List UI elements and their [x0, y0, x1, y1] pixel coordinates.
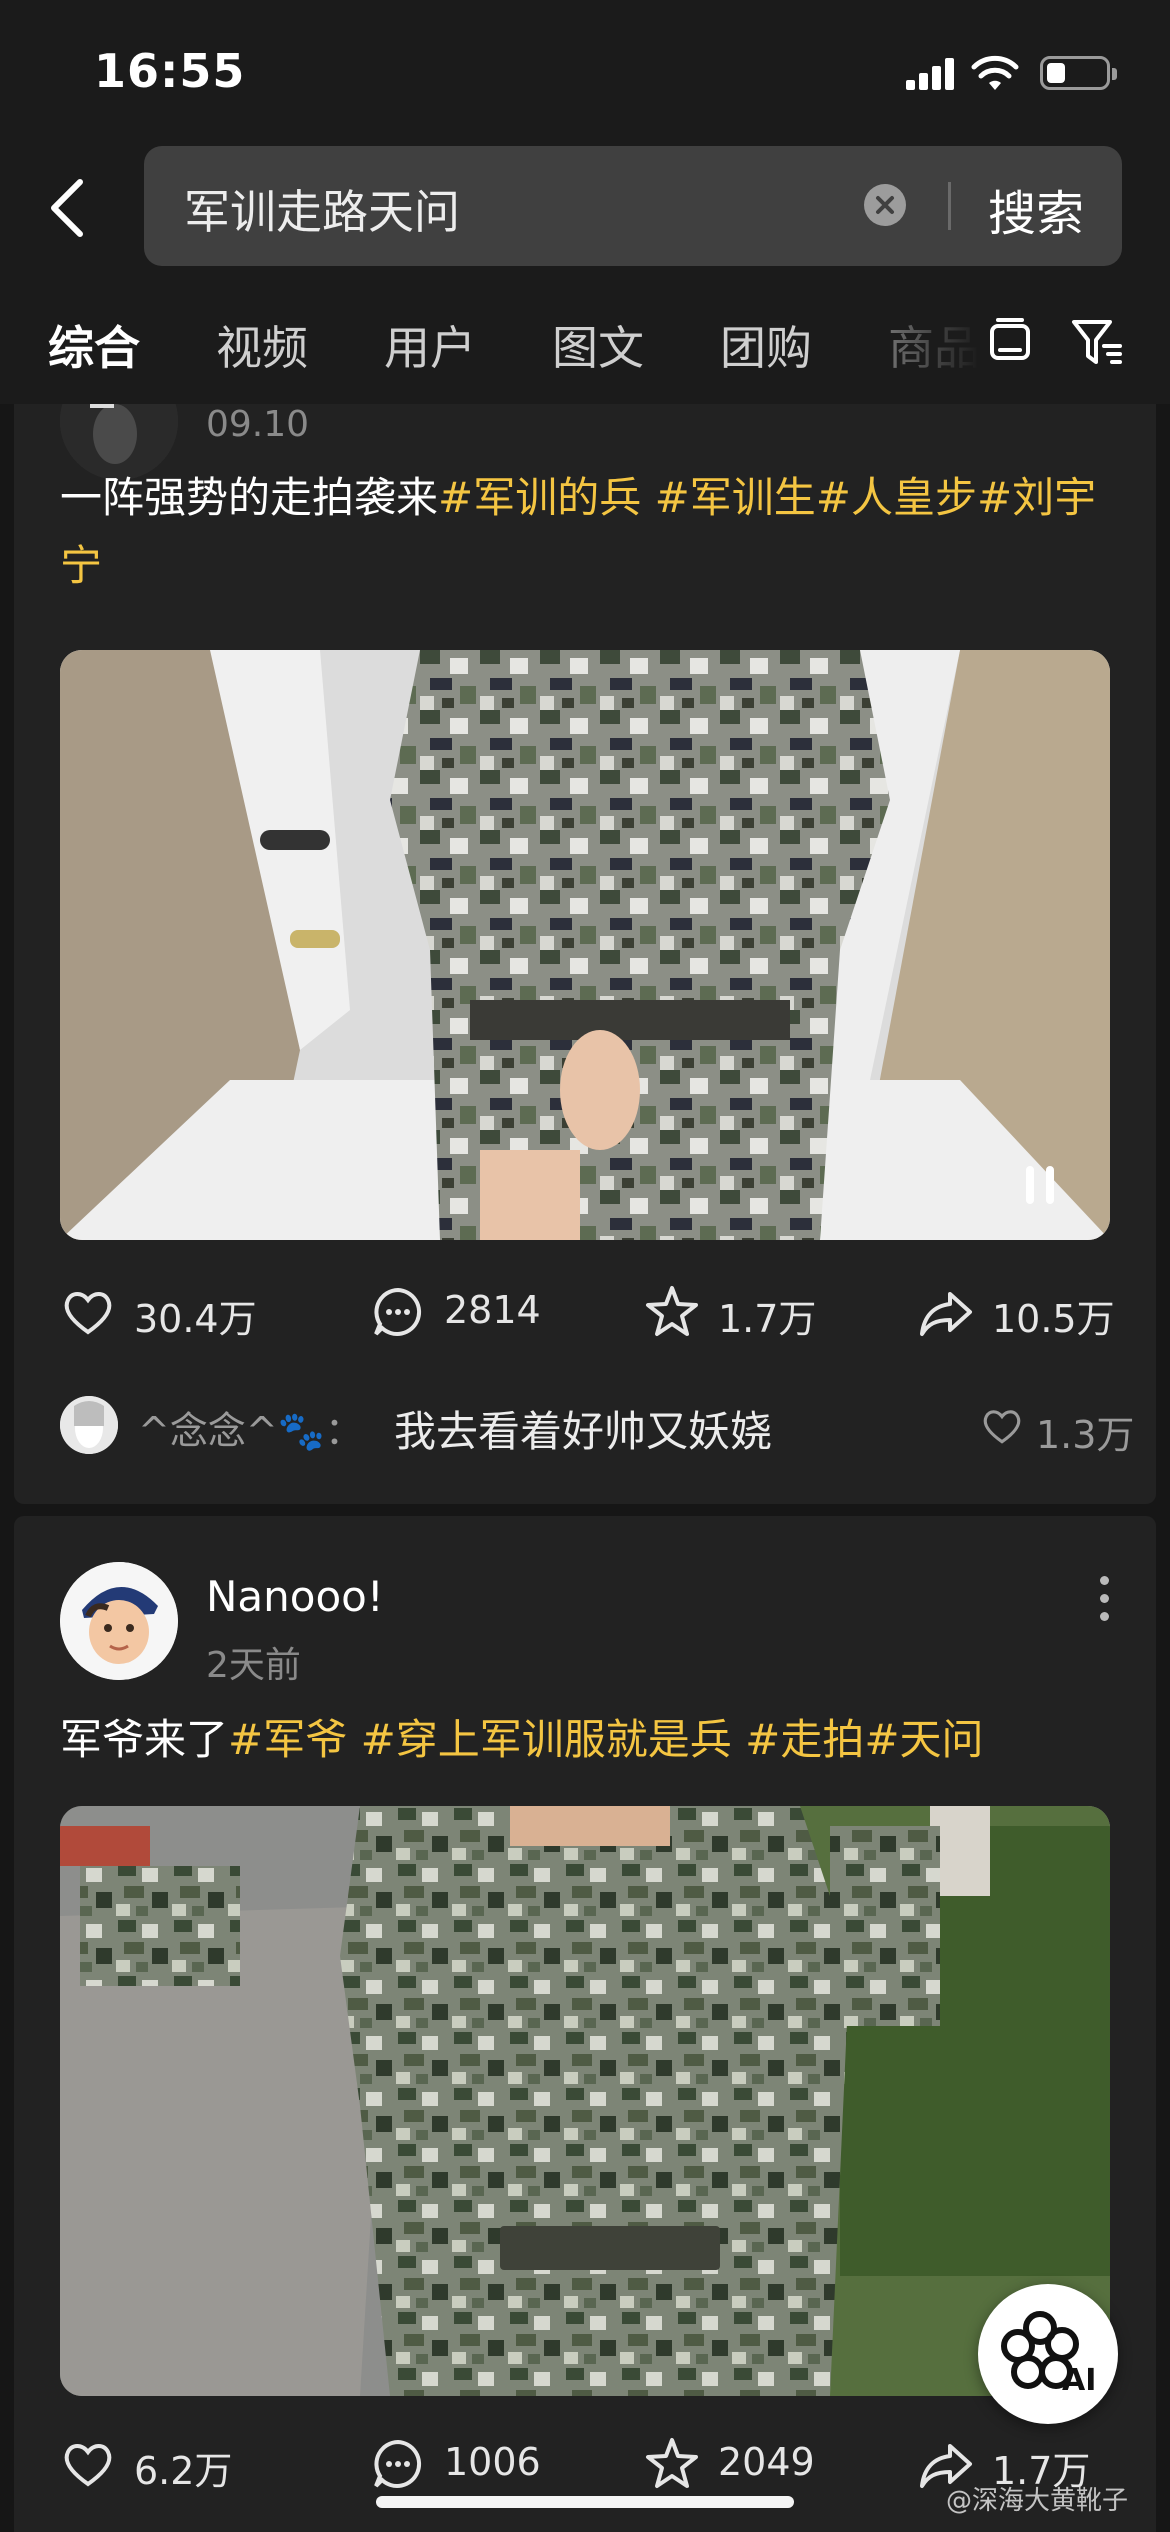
- tab-fade: [860, 270, 1000, 404]
- ai-flower-icon: AI: [1001, 2311, 1096, 2398]
- comment-like-button[interactable]: 1.3万: [980, 1404, 1134, 1457]
- tab-image-text[interactable]: 图文: [552, 312, 644, 378]
- post-caption: 一阵强势的走拍袭来: [60, 473, 439, 522]
- hashtag[interactable]: #穿上军训服就是兵: [361, 1715, 732, 1764]
- comment-count: 2814: [444, 1288, 541, 1332]
- post-date: 09.10: [206, 404, 310, 445]
- search-header: 军训走路天问 搜索: [0, 140, 1170, 270]
- top-comment[interactable]: ^念念^🐾： 我去看着好帅又妖娆 1.3万: [60, 1390, 1134, 1460]
- hashtag[interactable]: #军训生: [655, 473, 816, 522]
- like-count: 6.2万: [134, 2449, 233, 2493]
- author-avatar[interactable]: [60, 1562, 178, 1680]
- post-date: 2天前: [206, 1645, 301, 1686]
- hashtag[interactable]: #军训的兵: [438, 473, 641, 522]
- status-bar: 16:55: [0, 0, 1170, 140]
- ai-assistant-button[interactable]: AI: [978, 2284, 1118, 2424]
- status-time: 16:55: [94, 44, 246, 98]
- tab-group-buy[interactable]: 团购: [720, 312, 812, 378]
- favorite-count: 2049: [718, 2440, 815, 2484]
- hashtag[interactable]: #天问: [864, 1715, 983, 1764]
- post-caption: 军爷来了: [60, 1715, 229, 1764]
- hashtag[interactable]: #走拍: [745, 1715, 864, 1764]
- tab-list-icon[interactable]: [986, 318, 1034, 366]
- post-card[interactable]: 09.10 一阵强势的走拍袭来#军训的兵 #军训生#人皇步#刘宇宁 30.4万 …: [14, 404, 1156, 1504]
- post-video[interactable]: [60, 650, 1110, 1240]
- post-video[interactable]: [60, 1806, 1110, 2396]
- tab-users[interactable]: 用户: [384, 312, 476, 378]
- signal-icon: [906, 58, 956, 90]
- post-text: 一阵强势的走拍袭来#军训的兵 #军训生#人皇步#刘宇宁: [60, 464, 1120, 600]
- author-name[interactable]: Nanooo!: [206, 1572, 384, 1621]
- search-input[interactable]: 军训走路天问: [184, 176, 460, 242]
- filter-icon[interactable]: [1070, 318, 1124, 368]
- like-count: 30.4万: [134, 1297, 257, 1341]
- tab-general[interactable]: 综合: [48, 312, 140, 378]
- ai-label: AI: [1062, 2363, 1096, 2398]
- search-box[interactable]: 军训走路天问 搜索: [144, 146, 1122, 266]
- more-options-icon[interactable]: [1096, 1576, 1112, 1636]
- search-divider: [948, 182, 951, 230]
- battery-icon: [1040, 56, 1117, 90]
- results-feed[interactable]: 09.10 一阵强势的走拍袭来#军训的兵 #军训生#人皇步#刘宇宁 30.4万 …: [0, 404, 1170, 2532]
- tab-video[interactable]: 视频: [216, 312, 308, 378]
- post-text: 军爷来了#军爷 #穿上军训服就是兵 #走拍#天问: [60, 1706, 1120, 1774]
- clear-icon[interactable]: [864, 184, 906, 226]
- hashtag[interactable]: #军爷: [228, 1715, 347, 1764]
- home-indicator[interactable]: [376, 2496, 794, 2508]
- favorite-count: 1.7万: [718, 1297, 817, 1341]
- wifi-icon: [971, 55, 1019, 90]
- watermark: @深海大黄靴子: [946, 2486, 1129, 2516]
- comment-count: 1006: [444, 2440, 541, 2484]
- hashtag[interactable]: #人皇步: [816, 473, 977, 522]
- search-button[interactable]: 搜索: [988, 174, 1084, 244]
- commenter-avatar[interactable]: [60, 1396, 118, 1454]
- commenter-name[interactable]: ^念念^🐾：: [138, 1400, 363, 1455]
- share-count: 10.5万: [992, 1297, 1115, 1341]
- tab-bar: 综合 视频 用户 图文 团购 商品: [0, 270, 1170, 404]
- comment-text: 我去看着好帅又妖娆: [394, 1407, 773, 1456]
- comment-like-count: 1.3万: [1036, 1413, 1135, 1457]
- back-icon[interactable]: [40, 176, 96, 240]
